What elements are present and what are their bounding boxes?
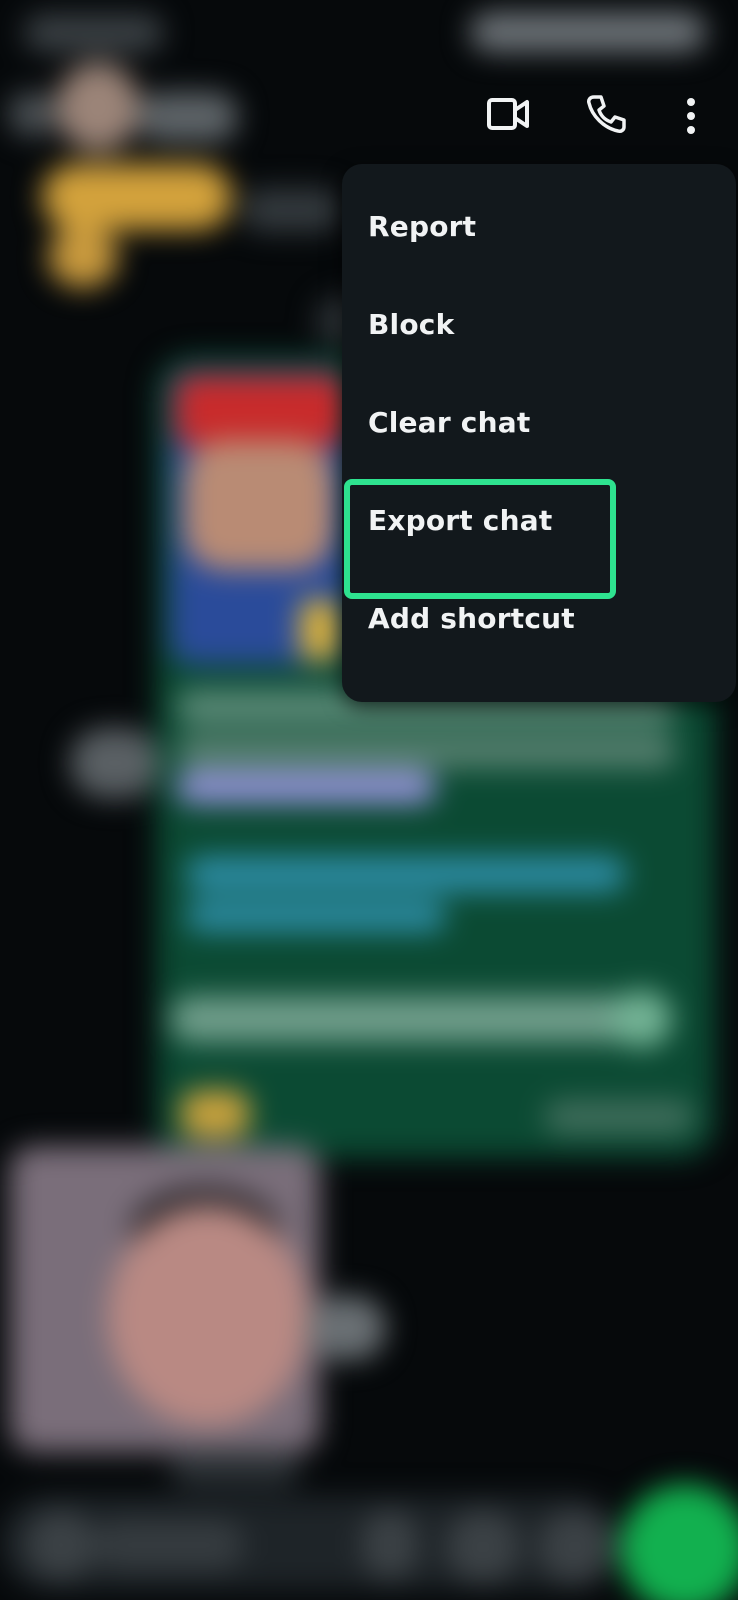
- menu-item-block[interactable]: Block: [368, 294, 454, 354]
- more-options-icon[interactable]: [676, 94, 706, 138]
- message-text-line: [176, 734, 676, 768]
- voice-call-icon[interactable]: [584, 92, 628, 136]
- message-image-object: [300, 600, 340, 660]
- menu-item-report[interactable]: Report: [368, 196, 476, 256]
- menu-item-clear-chat[interactable]: Clear chat: [368, 392, 530, 452]
- back-arrow-icon[interactable]: [8, 92, 58, 136]
- forward-button[interactable]: [70, 728, 160, 798]
- status-bar-icons: [470, 12, 706, 52]
- menu-item-export-chat[interactable]: Export chat: [368, 490, 552, 550]
- message-emoji: [180, 1090, 250, 1138]
- photo-forward-button[interactable]: [306, 1296, 386, 1360]
- status-bar-time: [24, 14, 164, 52]
- chat-screen: Report Block Clear chat Export chat Add …: [0, 0, 738, 1600]
- menu-item-add-shortcut[interactable]: Add shortcut: [368, 588, 575, 648]
- message-image-banner: [176, 376, 346, 446]
- message-image-people: [184, 440, 334, 570]
- message-link[interactable]: [186, 856, 626, 892]
- mic-button[interactable]: [620, 1484, 738, 1600]
- emoji-icon[interactable]: [26, 1510, 96, 1580]
- message-text-line: [170, 996, 640, 1042]
- photo-timestamp: [170, 1450, 300, 1486]
- emoji-row: [42, 164, 232, 230]
- incoming-photo-face: [108, 1206, 308, 1426]
- contact-status: [242, 188, 342, 232]
- rupee-icon[interactable]: [446, 1510, 520, 1584]
- video-call-icon[interactable]: [484, 92, 534, 136]
- overflow-menu: Report Block Clear chat Export chat Add …: [342, 164, 736, 702]
- contact-avatar[interactable]: [56, 62, 140, 152]
- message-text-line: [176, 770, 436, 804]
- message-check-icon: [612, 990, 672, 1048]
- contact-name[interactable]: [138, 92, 238, 142]
- emoji-single: [48, 226, 118, 288]
- message-link[interactable]: [186, 900, 446, 932]
- message-timestamp: [544, 1100, 694, 1134]
- camera-icon[interactable]: [538, 1510, 612, 1584]
- attach-icon[interactable]: [362, 1510, 418, 1580]
- message-input[interactable]: [94, 1520, 244, 1570]
